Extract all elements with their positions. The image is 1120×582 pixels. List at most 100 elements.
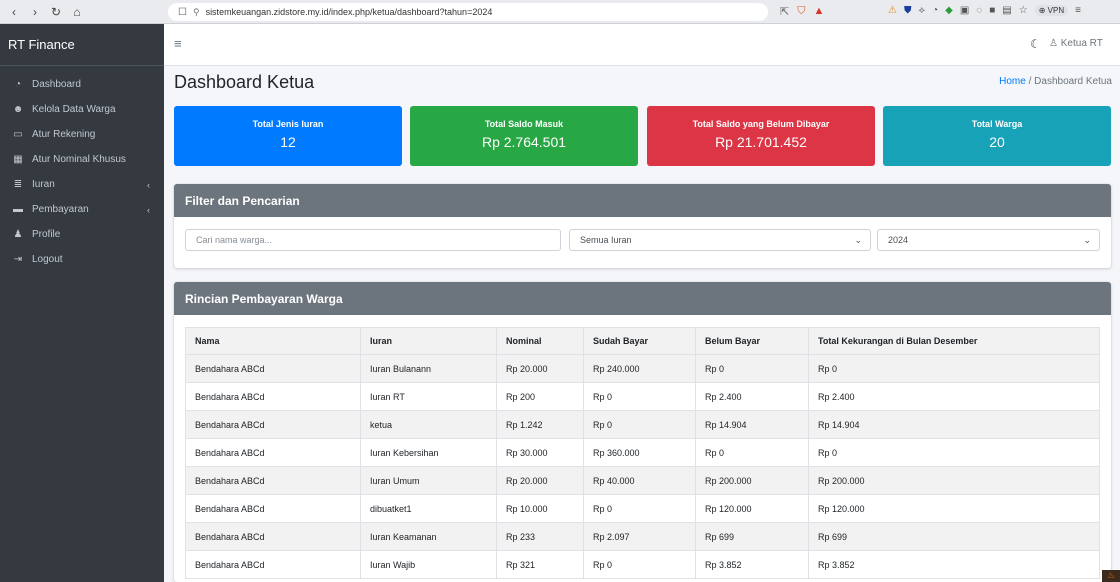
dark-mode-toggle-icon[interactable]: ☾: [1030, 37, 1041, 51]
stat-label: Total Saldo yang Belum Dibayar: [692, 119, 830, 129]
vpn-button[interactable]: ⊕ VPN: [1034, 5, 1069, 16]
fire-icon[interactable]: ♨: [1102, 570, 1120, 582]
cell-total-kekurangan: Rp 699: [808, 522, 1100, 551]
breadcrumb-separator: /: [1028, 76, 1032, 87]
dashboard-icon: ◔: [14, 79, 22, 90]
sidebar-item-atur-nominal-khusus[interactable]: ▦ Atur Nominal Khusus: [0, 147, 164, 172]
cell-sudah-bayar: Rp 0: [583, 494, 696, 523]
cell-sudah-bayar: Rp 2.097: [583, 522, 696, 551]
url-text: sistemkeuangan.zidstore.my.id/index.php/…: [205, 7, 493, 17]
shield-extension-icon[interactable]: ⛊: [904, 5, 912, 16]
extension-icon[interactable]: ◌: [976, 5, 982, 16]
cell-belum-bayar: Rp 14.904: [695, 410, 809, 439]
home-icon[interactable]: ⌂: [71, 5, 83, 19]
extension-icon[interactable]: ☆: [1019, 5, 1028, 16]
cell-total-kekurangan: Rp 3.852: [808, 550, 1100, 579]
cell-iuran: Iuran Kebersihan: [360, 438, 497, 467]
sidebar-item-label: Iuran: [32, 179, 55, 190]
cell-total-kekurangan: Rp 0: [808, 354, 1100, 383]
brand-title[interactable]: RT Finance: [0, 24, 164, 66]
filter-card-title: Filter dan Pencarian: [174, 184, 1111, 217]
logout-icon: ⇥: [13, 254, 23, 265]
sidebar-item-profile[interactable]: ♟ Profile: [0, 222, 164, 247]
address-bar[interactable]: ☐ ⚲ sistemkeuangan.zidstore.my.id/index.…: [168, 3, 768, 21]
cell-sudah-bayar: Rp 0: [583, 410, 696, 439]
cell-iuran: Iuran Wajib: [360, 550, 497, 579]
brave-shield-icon[interactable]: ⛉: [797, 5, 805, 18]
cell-total-kekurangan: Rp 0: [808, 438, 1100, 467]
calculator-icon: ▦: [13, 154, 23, 165]
sidebar-item-label: Kelola Data Warga: [32, 104, 116, 115]
money-stack-icon: ≣: [13, 179, 23, 190]
cell-iuran: dibuatket1: [360, 494, 497, 523]
cell-iuran: Iuran Keamanan: [360, 522, 497, 551]
vpn-label: VPN: [1047, 6, 1065, 15]
site-settings-icon[interactable]: ⚲: [193, 7, 200, 18]
user-menu[interactable]: ♙ Ketua RT: [1049, 38, 1103, 49]
cell-nama: Bendahara ABCd: [185, 466, 361, 495]
cell-belum-bayar: Rp 120.000: [695, 494, 809, 523]
table-header-row: Nama Iuran Nominal Sudah Bayar Belum Bay…: [185, 327, 1100, 355]
browser-nav-buttons: ‹ › ↻ ⌂: [0, 5, 160, 19]
bookmark-icon[interactable]: ☐: [178, 7, 187, 18]
cell-nominal: Rp 321: [496, 550, 584, 579]
iuran-select[interactable]: Semua Iuran ⌄: [569, 229, 871, 251]
column-header[interactable]: Belum Bayar: [695, 327, 809, 355]
extension-icon[interactable]: ◆: [945, 5, 953, 16]
cell-nominal: Rp 200: [496, 382, 584, 411]
breadcrumb: Home / Dashboard Ketua: [999, 76, 1112, 87]
sidebar-menu: ◔ Dashboard ☻ Kelola Data Warga ▭ Atur R…: [0, 66, 164, 278]
stat-total-saldo-masuk: Total Saldo Masuk Rp 2.764.501: [410, 106, 638, 166]
hamburger-menu-icon[interactable]: ≡: [174, 36, 182, 51]
cell-belum-bayar: Rp 0: [695, 354, 809, 383]
stat-total-saldo-belum-dibayar: Total Saldo yang Belum Dibayar Rp 21.701…: [647, 106, 875, 166]
column-header[interactable]: Iuran: [360, 327, 497, 355]
extension-icon[interactable]: ⟡: [918, 5, 925, 16]
cell-total-kekurangan: Rp 120.000: [808, 494, 1100, 523]
column-header[interactable]: Nominal: [496, 327, 584, 355]
forward-icon[interactable]: ›: [29, 5, 41, 19]
sidebar-item-pembayaran[interactable]: ▬ Pembayaran ‹: [0, 197, 164, 222]
reload-icon[interactable]: ↻: [50, 5, 62, 19]
cell-belum-bayar: Rp 3.852: [695, 550, 809, 579]
stat-value: Rp 21.701.452: [715, 134, 807, 150]
extension-icon[interactable]: ■: [989, 5, 995, 16]
sidebar-item-kelola-data-warga[interactable]: ☻ Kelola Data Warga: [0, 97, 164, 122]
stat-total-warga: Total Warga 20: [883, 106, 1111, 166]
breadcrumb-home-link[interactable]: Home: [999, 76, 1026, 87]
stat-label: Total Warga: [971, 119, 1023, 129]
cell-nominal: Rp 10.000: [496, 494, 584, 523]
cell-belum-bayar: Rp 0: [695, 438, 809, 467]
extension-icon[interactable]: ▤: [1002, 5, 1011, 16]
sidebar-item-label: Dashboard: [32, 79, 81, 90]
sidebar-item-label: Profile: [32, 229, 61, 240]
cell-total-kekurangan: Rp 200.000: [808, 466, 1100, 495]
column-header[interactable]: Nama: [185, 327, 361, 355]
sidebar-item-dashboard[interactable]: ◔ Dashboard: [0, 72, 164, 97]
sidebar-item-atur-rekening[interactable]: ▭ Atur Rekening: [0, 122, 164, 147]
stat-value: 20: [989, 134, 1005, 150]
extension-icon[interactable]: ⚠: [888, 5, 897, 16]
extension-icon[interactable]: ◔: [932, 5, 938, 16]
share-icon[interactable]: ⇱: [780, 5, 789, 18]
user-icon: ♟: [13, 229, 23, 240]
sidebar-item-iuran[interactable]: ≣ Iuran ‹: [0, 172, 164, 197]
sidebar-item-label: Atur Nominal Khusus: [32, 154, 126, 165]
back-icon[interactable]: ‹: [8, 5, 20, 19]
cell-sudah-bayar: Rp 240.000: [583, 354, 696, 383]
cell-iuran: Iuran Bulanann: [360, 354, 497, 383]
year-select[interactable]: 2024 ⌄: [877, 229, 1100, 251]
extension-icon[interactable]: ▣: [960, 5, 969, 16]
column-header[interactable]: Sudah Bayar: [583, 327, 696, 355]
menu-icon[interactable]: ≡: [1075, 5, 1081, 16]
chevron-left-icon: ‹: [147, 179, 150, 190]
rewards-icon[interactable]: ▲: [813, 5, 824, 18]
sidebar-item-label: Atur Rekening: [32, 129, 96, 140]
sidebar-item-logout[interactable]: ⇥ Logout: [0, 247, 164, 272]
column-header[interactable]: Total Kekurangan di Bulan Desember: [808, 327, 1100, 355]
cell-nama: Bendahara ABCd: [185, 522, 361, 551]
address-bar-actions: ⇱ ⛉ ▲: [780, 5, 824, 18]
sidebar-item-label: Logout: [32, 254, 63, 265]
search-input[interactable]: Cari nama warga...: [185, 229, 561, 251]
payment-table: Nama Iuran Nominal Sudah Bayar Belum Bay…: [185, 327, 1100, 579]
